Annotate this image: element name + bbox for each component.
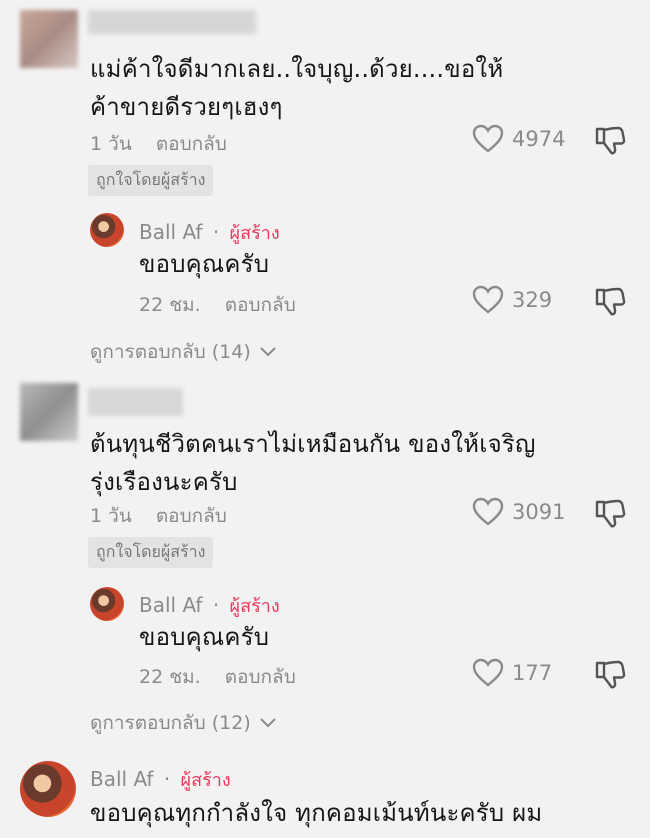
like-button[interactable]: 177 — [472, 658, 552, 688]
author-name[interactable]: Ball Af — [90, 767, 153, 791]
avatar[interactable] — [90, 587, 124, 621]
username[interactable] — [88, 388, 183, 416]
avatar[interactable] — [20, 10, 78, 68]
avatar[interactable] — [20, 761, 76, 817]
reply-button[interactable]: ตอบกลับ — [156, 133, 227, 155]
avatar[interactable] — [20, 383, 78, 441]
username[interactable] — [88, 10, 256, 34]
comment-author: Ball Af · ผู้สร้าง — [90, 767, 231, 791]
chevron-down-icon — [260, 718, 276, 728]
reply-text: ขอบคุณครับ — [139, 250, 270, 278]
heart-outline-icon — [472, 285, 504, 314]
timestamp: 22 ชม. — [139, 294, 201, 316]
timestamp: 1 วัน — [90, 133, 132, 155]
thumbs-down-icon — [595, 126, 626, 155]
comment-meta: 1 วัน ตอบกลับ — [90, 501, 227, 531]
comment-text: แม่ค้าใจดีมากเลย..ใจบุญ..ด้วย....ขอให้ ค… — [90, 55, 504, 121]
dislike-button[interactable] — [594, 658, 626, 694]
reply-meta: 22 ชม. ตอบกลับ — [139, 290, 296, 320]
liked-by-creator-badge: ถูกใจโดยผู้สร้าง — [88, 537, 214, 568]
view-replies-button[interactable]: ดูการตอบกลับ (12) — [90, 708, 277, 738]
creator-label: ผู้สร้าง — [229, 223, 280, 244]
reply-button[interactable]: ตอบกลับ — [225, 666, 296, 688]
reply-author: Ball Af · ผู้สร้าง — [139, 220, 280, 244]
timestamp: 1 วัน — [90, 505, 132, 527]
view-replies-button[interactable]: ดูการตอบกลับ (14) — [90, 337, 277, 367]
thumbs-down-icon — [595, 660, 626, 689]
liked-by-creator-badge: ถูกใจโดยผู้สร้าง — [88, 165, 214, 196]
heart-outline-icon — [472, 658, 504, 687]
comment-meta: 1 วัน ตอบกลับ — [90, 129, 227, 159]
thumbs-down-icon — [595, 287, 626, 316]
heart-outline-icon — [472, 497, 504, 526]
like-count: 177 — [512, 661, 553, 685]
reply-author: Ball Af · ผู้สร้าง — [139, 593, 280, 617]
reply-text: ขอบคุณครับ — [139, 623, 270, 651]
like-count: 329 — [512, 288, 553, 312]
comment-text: ขอบคุณทุกกำลังใจ ทุกคอมเม้นท์นะครับ ผม — [90, 799, 543, 827]
like-button[interactable]: 3091 — [472, 497, 565, 527]
creator-label: ผู้สร้าง — [229, 596, 280, 617]
avatar[interactable] — [90, 213, 124, 247]
like-count: 3091 — [512, 500, 566, 524]
reply-meta: 22 ชม. ตอบกลับ — [139, 662, 296, 692]
dislike-button[interactable] — [594, 124, 626, 160]
thumbs-down-icon — [595, 499, 626, 528]
dislike-button[interactable] — [594, 285, 626, 321]
author-name[interactable]: Ball Af — [139, 593, 202, 617]
like-button[interactable]: 329 — [472, 285, 552, 315]
timestamp: 22 ชม. — [139, 666, 201, 688]
like-button[interactable]: 4974 — [472, 124, 565, 154]
reply-button[interactable]: ตอบกลับ — [156, 505, 227, 527]
heart-outline-icon — [472, 124, 504, 153]
like-count: 4974 — [512, 127, 566, 151]
comment-text: ต้นทุนชีวิตคนเราไม่เหมือนกัน ของให้เจริญ… — [90, 430, 536, 496]
creator-label: ผู้สร้าง — [180, 770, 231, 791]
author-name[interactable]: Ball Af — [139, 220, 202, 244]
reply-button[interactable]: ตอบกลับ — [225, 294, 296, 316]
chevron-down-icon — [260, 347, 276, 357]
dislike-button[interactable] — [594, 497, 626, 533]
